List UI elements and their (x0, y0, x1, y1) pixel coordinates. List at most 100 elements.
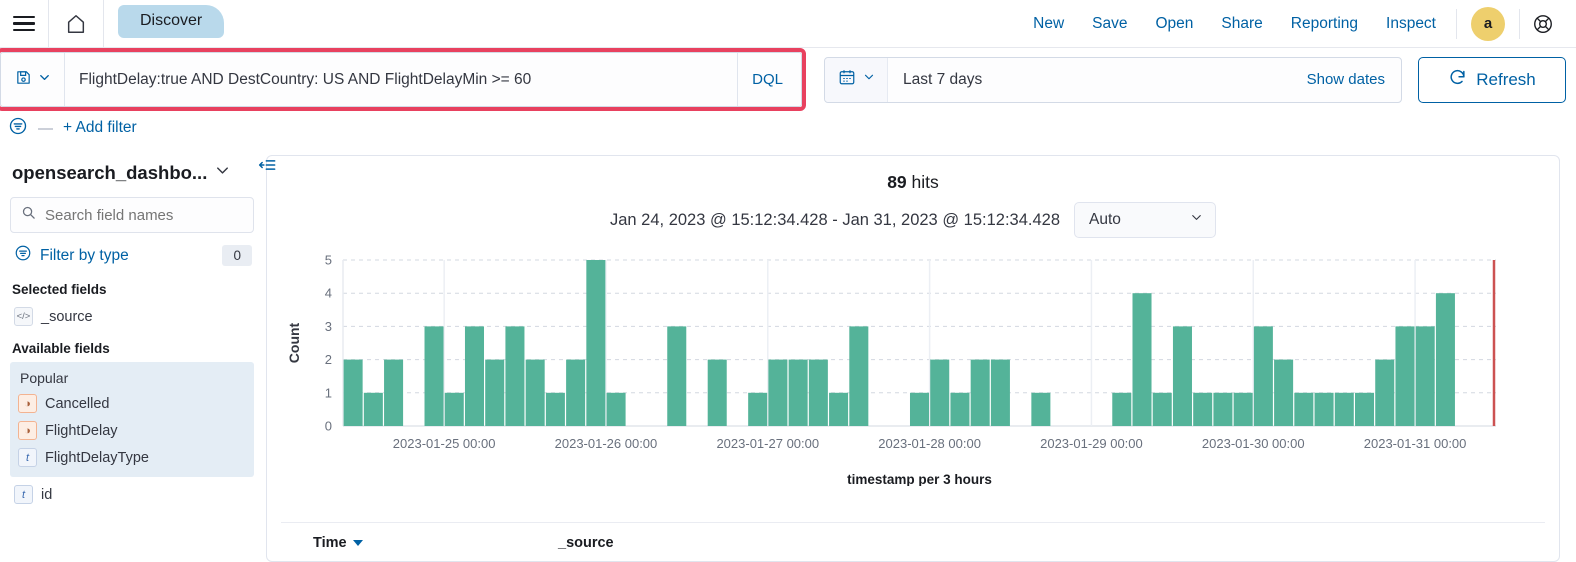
histogram-bar[interactable] (990, 359, 1010, 426)
histogram-bar[interactable] (1435, 293, 1455, 426)
histogram-bar[interactable] (930, 359, 950, 426)
histogram-bar[interactable] (1395, 326, 1415, 426)
histogram-bar[interactable] (1213, 392, 1233, 426)
search-query-input[interactable] (65, 53, 738, 106)
histogram-bar[interactable] (707, 359, 727, 426)
histogram-bar[interactable] (768, 359, 788, 426)
hits-summary: 89 hits (281, 166, 1545, 193)
show-dates-button[interactable]: Show dates (1307, 71, 1401, 88)
histogram-bar[interactable] (808, 359, 828, 426)
histogram-bar[interactable] (1031, 392, 1051, 426)
selected-fields-heading: Selected fields (12, 282, 107, 297)
nav-link-share[interactable]: Share (1207, 15, 1276, 33)
histogram-svg: 0 1 2 3 4 5 2023-01-25 00:00 2023-01-26 00:00 20… (286, 253, 1496, 486)
query-language-button[interactable]: DQL (737, 53, 801, 106)
histogram-bar[interactable] (829, 392, 849, 426)
histogram-bar[interactable] (485, 359, 505, 426)
histogram-bar[interactable] (788, 359, 808, 426)
index-pattern-selector[interactable]: opensearch_dashbo... (10, 157, 254, 197)
home-icon[interactable] (49, 0, 103, 48)
avatar[interactable]: a (1471, 6, 1505, 41)
histogram-bar[interactable] (748, 392, 768, 426)
time-range-text: Jan 24, 2023 @ 15:12:34.428 - Jan 31, 20… (609, 210, 1060, 229)
field-item-flightdelaytype[interactable]: t FlightDelayType (14, 444, 252, 471)
nav-right-group: New Save Open Share Reporting Inspect a (1019, 0, 1576, 47)
column-header-time[interactable]: Time (313, 535, 558, 551)
field-item-flightdelay[interactable]: ◑ FlightDelay (14, 417, 252, 444)
source-type-icon: </> (14, 307, 33, 326)
date-range-value[interactable]: Last 7 days (888, 71, 1307, 89)
histogram-bar[interactable] (1172, 326, 1192, 426)
saved-query-button[interactable] (1, 53, 65, 106)
chevron-down-icon (37, 70, 52, 90)
field-item-source[interactable]: </> _source (10, 303, 254, 330)
nav-link-reporting[interactable]: Reporting (1277, 15, 1372, 33)
histogram-bar[interactable] (1253, 326, 1273, 426)
filter-by-type-row[interactable]: Filter by type 0 (10, 233, 254, 271)
hamburger-menu-icon[interactable] (0, 0, 48, 48)
histogram-bar[interactable] (1193, 392, 1213, 426)
tab-discover[interactable]: Discover (118, 5, 225, 38)
field-item-cancelled[interactable]: ◑ Cancelled (14, 390, 252, 417)
hits-label: hits (911, 172, 939, 192)
query-input-container: DQL (0, 52, 802, 107)
refresh-button[interactable]: Refresh (1418, 56, 1566, 103)
filter-bar: — + Add filter (0, 111, 1576, 149)
collapse-sidebar-icon[interactable] (258, 155, 278, 180)
y-axis-tick: 3 (325, 319, 332, 334)
histogram-bar[interactable] (1152, 392, 1172, 426)
histogram-bar[interactable] (606, 392, 626, 426)
histogram-bar[interactable] (1355, 392, 1375, 426)
x-axis-tick: 2023-01-27 00:00 (716, 436, 819, 451)
histogram-bar[interactable] (1112, 392, 1132, 426)
histogram-bar[interactable] (505, 326, 525, 426)
nav-link-new[interactable]: New (1019, 15, 1078, 33)
calendar-quick-select-button[interactable] (825, 57, 888, 102)
field-item-id[interactable]: t id (10, 477, 254, 508)
y-axis-tick: 2 (325, 352, 332, 367)
search-icon (21, 205, 36, 225)
filter-separator: — (38, 119, 53, 137)
histogram-bar[interactable] (424, 326, 444, 426)
nav-link-inspect[interactable]: Inspect (1372, 15, 1450, 33)
column-label: Time (313, 535, 347, 551)
filter-icon[interactable] (8, 116, 28, 141)
y-axis-tick: 1 (325, 385, 332, 400)
nav-left-group: Discover (0, 0, 225, 48)
histogram-bar[interactable] (464, 326, 484, 426)
histogram-bar[interactable] (667, 326, 687, 426)
histogram-bar[interactable] (363, 392, 383, 426)
histogram-bar[interactable] (545, 392, 565, 426)
histogram-bar[interactable] (970, 359, 990, 426)
x-axis-tick: 2023-01-31 00:00 (1364, 436, 1467, 451)
histogram-bar[interactable] (566, 359, 586, 426)
histogram-bar[interactable] (1375, 359, 1395, 426)
histogram-bar[interactable] (1334, 392, 1354, 426)
interval-select[interactable]: Auto (1074, 202, 1216, 238)
help-lifebuoy-icon[interactable] (1526, 7, 1560, 41)
histogram-bar[interactable] (444, 392, 464, 426)
search-field-names-input[interactable] (45, 206, 243, 224)
field-sidebar: opensearch_dashbo... Search field names … (0, 149, 266, 562)
histogram-bar[interactable] (525, 359, 545, 426)
histogram-bar[interactable] (343, 359, 363, 426)
histogram-bar[interactable] (1294, 392, 1314, 426)
histogram-bar[interactable] (1132, 293, 1152, 426)
chevron-down-icon (862, 70, 876, 89)
histogram-bar[interactable] (1233, 392, 1253, 426)
query-input-highlight: DQL (0, 48, 806, 111)
histogram-bar[interactable] (586, 260, 606, 426)
histogram-bar[interactable] (384, 359, 404, 426)
histogram-bar[interactable] (1415, 326, 1435, 426)
boolean-type-icon: ◑ (18, 394, 37, 413)
chevron-down-icon (213, 161, 232, 185)
nav-link-open[interactable]: Open (1142, 15, 1208, 33)
histogram-bar[interactable] (950, 392, 970, 426)
histogram-bar[interactable] (1274, 359, 1294, 426)
histogram-bar[interactable] (909, 392, 930, 426)
add-filter-button[interactable]: + Add filter (63, 119, 137, 137)
histogram-bar[interactable] (1314, 392, 1334, 426)
histogram-chart[interactable]: 0 1 2 3 4 5 2023-01-25 00:00 2023-01-26 00:00 20… (281, 246, 1545, 520)
nav-link-save[interactable]: Save (1078, 15, 1141, 33)
histogram-bar[interactable] (849, 326, 869, 426)
